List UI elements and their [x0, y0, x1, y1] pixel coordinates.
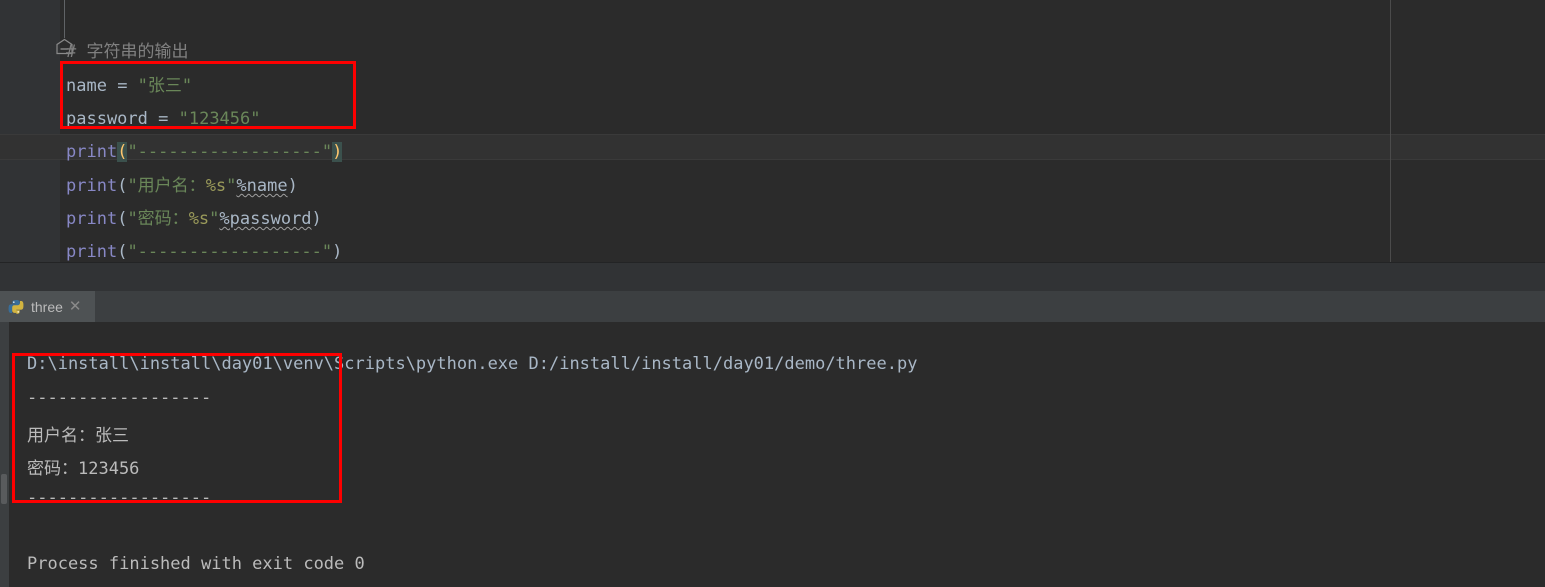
- code-token: name: [66, 76, 107, 96]
- editor-scroll-pane[interactable]: # 字符串的输出 name = "张三" password = "123456" pr…: [0, 0, 1545, 263]
- console-line: Process finished with exit code 0: [27, 554, 365, 574]
- console-output[interactable]: D:\install\install\day01\venv\Scripts\py…: [9, 322, 1545, 587]
- code-editor-pane[interactable]: # 字符串的输出 name = "张三" password = "123456" pr…: [0, 0, 1545, 263]
- code-token: =: [106, 76, 138, 96]
- close-icon[interactable]: ✕: [69, 299, 82, 314]
- code-token: password: [66, 109, 148, 129]
- run-tab-bar[interactable]: three ✕: [0, 291, 1545, 322]
- code-token: print: [66, 209, 118, 229]
- code-line: print("------------------"): [66, 236, 342, 263]
- code-token: print: [66, 142, 118, 162]
- code-token: ): [311, 209, 322, 229]
- code-token: print: [66, 242, 118, 262]
- code-token: (: [117, 242, 128, 262]
- code-token: "张三": [137, 76, 193, 96]
- run-window-toolbar[interactable]: [0, 322, 9, 587]
- code-token: %password: [219, 209, 312, 229]
- run-tab-label: three: [31, 298, 63, 315]
- code-line: password = "123456": [66, 103, 261, 137]
- python-file-icon: [8, 299, 24, 315]
- code-line: # 字符串的输出: [66, 36, 188, 70]
- code-token: "用户名：: [127, 176, 206, 196]
- code-token: %s: [205, 176, 227, 196]
- code-token: ": [209, 209, 220, 229]
- code-token: "------------------": [127, 142, 333, 162]
- console-line: 用户名：张三: [27, 426, 129, 446]
- code-token: (: [117, 176, 128, 196]
- code-token: ): [287, 176, 298, 196]
- code-token: ": [226, 176, 237, 196]
- code-token: "------------------": [127, 242, 333, 262]
- console-line: D:\install\install\day01\venv\Scripts\py…: [27, 354, 918, 374]
- run-tab-three[interactable]: three ✕: [0, 291, 95, 322]
- code-text-area[interactable]: # 字符串的输出 name = "张三" password = "123456" pr…: [0, 0, 1545, 263]
- tool-window-divider-strip[interactable]: [0, 263, 1545, 291]
- code-token: %name: [236, 176, 288, 196]
- code-token: =: [147, 109, 179, 129]
- run-tool-window[interactable]: three ✕ D:\install\install\day01\venv\Sc…: [0, 291, 1545, 587]
- code-line: print("密码：%s"%password): [66, 203, 322, 237]
- code-token: print: [66, 176, 118, 196]
- code-token: %s: [188, 209, 210, 229]
- code-token: # 字符串的输出: [66, 42, 189, 62]
- code-token: ): [332, 242, 343, 262]
- console-line: 密码：123456: [27, 459, 140, 479]
- code-token: (: [117, 209, 128, 229]
- code-line: name = "张三": [66, 70, 192, 104]
- console-line: ------------------: [27, 488, 212, 508]
- code-line: print("------------------"): [66, 136, 343, 170]
- code-token: ): [332, 142, 343, 162]
- code-token: "密码：: [127, 209, 189, 229]
- console-scrollbar-thumb[interactable]: [1, 474, 7, 504]
- console-line: ------------------: [27, 388, 212, 408]
- code-token: "123456": [178, 109, 261, 129]
- code-token: (: [117, 142, 128, 162]
- code-line: print("用户名：%s"%name): [66, 170, 298, 204]
